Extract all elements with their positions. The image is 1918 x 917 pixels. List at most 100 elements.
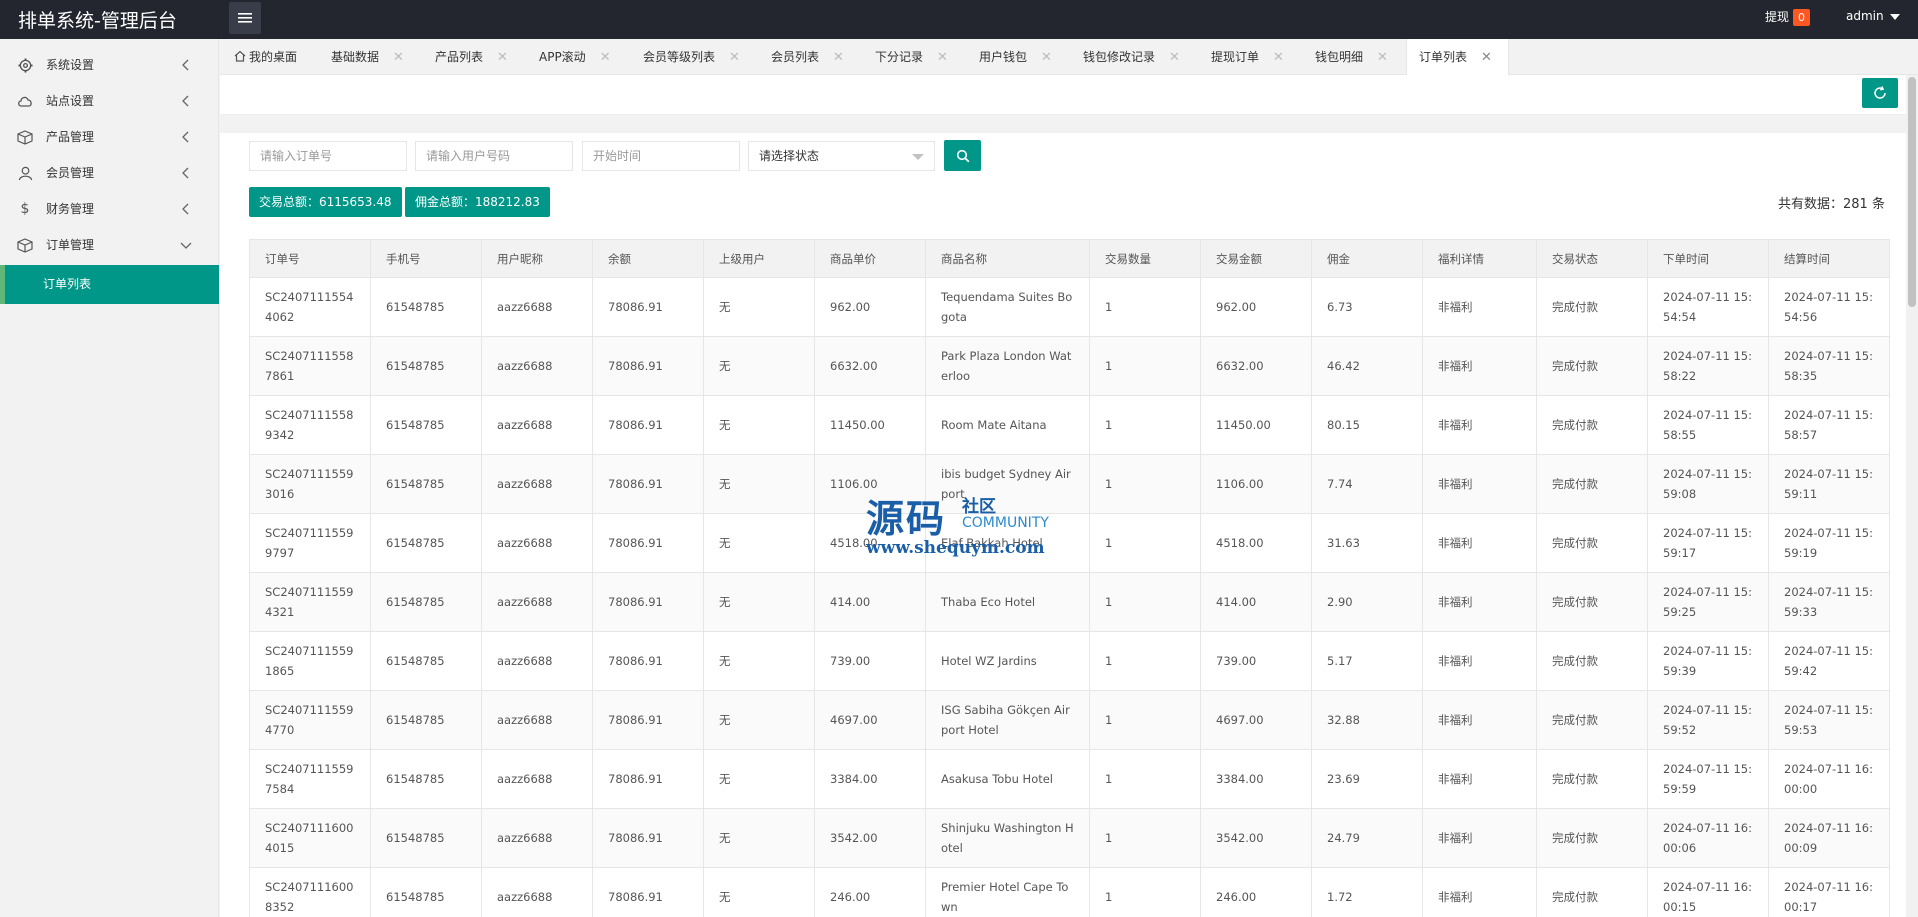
table-cell: 1 xyxy=(1089,749,1201,809)
table-cell: 无 xyxy=(703,277,815,337)
sidebar-item-finance[interactable]: $ 财务管理 xyxy=(0,191,219,227)
table-cell: 78086.91 xyxy=(592,572,704,632)
tab-user-wallet[interactable]: 用户钱包 ✕ xyxy=(979,39,1052,75)
sidebar-item-order[interactable]: 订单管理 xyxy=(0,227,219,263)
tab-label: 提现订单 xyxy=(1211,50,1260,64)
table-row[interactable]: SC24071116004015 61548785 aazz6688 78086.91… xyxy=(249,808,1890,868)
table-cell: 无 xyxy=(703,808,815,868)
table-row[interactable]: SC24071115591865 61548785 aazz6688 78086.91… xyxy=(249,631,1890,691)
scrollbar[interactable] xyxy=(1906,75,1918,917)
tab-member-level-list[interactable]: 会员等级列表 ✕ xyxy=(643,39,740,75)
table-cell: 61548785 xyxy=(370,454,482,514)
table-row[interactable]: SC24071115593016 61548785 aazz6688 78086.91… xyxy=(249,454,1890,514)
withdraw-label: 提现 xyxy=(1765,10,1790,24)
close-icon[interactable]: ✕ xyxy=(393,50,404,65)
tab-desktop[interactable]: 我的桌面 xyxy=(234,39,297,75)
table-cell: 2024-07-11 15:59:33 xyxy=(1768,572,1890,632)
table-cell: 7.74 xyxy=(1311,454,1423,514)
table-cell: 1 xyxy=(1089,808,1201,868)
tab-withdraw-orders[interactable]: 提现订单 ✕ xyxy=(1211,39,1284,75)
table-cell: 80.15 xyxy=(1311,395,1423,455)
sidebar-item-label: 财务管理 xyxy=(46,202,95,216)
table-cell: Asakusa Tobu Hotel xyxy=(925,749,1090,809)
phone-input[interactable]: 请输入用户号码 xyxy=(415,141,573,171)
tab-label: 产品列表 xyxy=(435,50,484,64)
withdraw-link[interactable]: 提现 0 xyxy=(1765,8,1811,26)
table-cell: 61548785 xyxy=(370,336,482,396)
table-header: 订单号 手机号 用户昵称 余额 上级用户 商品单价 商品名称 交易数量 交易金额 佣金 福利详情 交易… xyxy=(249,239,1890,278)
table-cell: SC24071116008352 xyxy=(249,867,371,917)
table-cell: SC24071115593016 xyxy=(249,454,371,514)
tab-basic-data[interactable]: 基础数据 ✕ xyxy=(331,39,404,75)
table-cell: 无 xyxy=(703,336,815,396)
close-icon[interactable]: ✕ xyxy=(937,50,948,65)
table-row[interactable]: SC24071115594321 61548785 aazz6688 78086.91… xyxy=(249,572,1890,632)
column-header: 商品单价 xyxy=(814,239,926,278)
sidebar-item-system[interactable]: 系统设置 xyxy=(0,47,219,83)
tab-member-list[interactable]: 会员列表 ✕ xyxy=(771,39,844,75)
hamburger-icon xyxy=(238,13,252,23)
status-select[interactable]: 请选择状态 xyxy=(748,141,935,171)
table-cell: 414.00 xyxy=(814,572,926,632)
close-icon[interactable]: ✕ xyxy=(1273,50,1284,65)
tab-wallet-details[interactable]: 钱包明细 ✕ xyxy=(1315,39,1388,75)
refresh-button[interactable] xyxy=(1862,78,1898,108)
close-icon[interactable]: ✕ xyxy=(600,50,611,65)
order-number-input[interactable]: 请输入订单号 xyxy=(249,141,407,171)
close-icon[interactable]: ✕ xyxy=(1041,50,1052,65)
table-cell: Thaba Eco Hotel xyxy=(925,572,1090,632)
close-icon[interactable]: ✕ xyxy=(833,50,844,65)
tab-points-record[interactable]: 下分记录 ✕ xyxy=(875,39,948,75)
sidebar-subitem-order-list[interactable]: 订单列表 xyxy=(0,265,219,304)
table-cell: 2024-07-11 15:59:08 xyxy=(1647,454,1769,514)
table-cell: 完成付款 xyxy=(1536,808,1648,868)
table-row[interactable]: SC24071115544062 61548785 aazz6688 78086.91… xyxy=(249,277,1890,337)
table-cell: aazz6688 xyxy=(481,867,593,917)
table-cell: 无 xyxy=(703,749,815,809)
table-cell: Elaf Bakkah Hotel xyxy=(925,513,1090,573)
tab-wallet-change-log[interactable]: 钱包修改记录 ✕ xyxy=(1083,39,1180,75)
tab-order-list[interactable]: 订单列表 ✕ xyxy=(1406,39,1509,75)
close-icon[interactable]: ✕ xyxy=(1377,50,1388,65)
search-button[interactable] xyxy=(944,140,981,171)
table-cell: 1 xyxy=(1089,277,1201,337)
table-cell: 61548785 xyxy=(370,808,482,868)
column-header: 商品名称 xyxy=(925,239,1090,278)
table-cell: 无 xyxy=(703,572,815,632)
close-icon[interactable]: ✕ xyxy=(497,50,508,65)
tab-product-list[interactable]: 产品列表 ✕ xyxy=(435,39,508,75)
table-row[interactable]: SC24071115587861 61548785 aazz6688 78086.91… xyxy=(249,336,1890,396)
table-cell: 1 xyxy=(1089,395,1201,455)
table-cell: 2024-07-11 15:54:54 xyxy=(1647,277,1769,337)
close-icon[interactable]: ✕ xyxy=(729,50,740,65)
table-cell: 2024-07-11 15:58:55 xyxy=(1647,395,1769,455)
sidebar-item-site[interactable]: 站点设置 xyxy=(0,83,219,119)
tab-app-scroll[interactable]: APP滚动 ✕ xyxy=(539,39,611,75)
table-cell: 739.00 xyxy=(1200,631,1312,691)
column-header: 福利详情 xyxy=(1422,239,1537,278)
table-cell: SC24071115594321 xyxy=(249,572,371,632)
scrollbar-thumb[interactable] xyxy=(1908,77,1916,307)
table-row[interactable]: SC24071116008352 61548785 aazz6688 78086.91… xyxy=(249,867,1890,917)
user-menu[interactable]: admin xyxy=(1846,9,1900,23)
tab-bar: 我的桌面 基础数据 ✕ 产品列表 ✕ APP滚动 ✕ 会员等级列表 ✕ 会员列表 ✕ 下分… xyxy=(220,39,1918,75)
table-row[interactable]: SC24071115599797 61548785 aazz6688 78086.91… xyxy=(249,513,1890,573)
start-time-input[interactable]: 开始时间 xyxy=(582,141,740,171)
app-title: 排单系统-管理后台 xyxy=(18,10,177,32)
column-header: 结算时间 xyxy=(1768,239,1890,278)
status-select-label: 请选择状态 xyxy=(759,149,820,163)
table-row[interactable]: SC24071115589342 61548785 aazz6688 78086.91… xyxy=(249,395,1890,455)
close-icon[interactable]: ✕ xyxy=(1169,50,1180,65)
table-cell: Park Plaza London Waterloo xyxy=(925,336,1090,396)
table-cell: 完成付款 xyxy=(1536,513,1648,573)
sidebar-item-member[interactable]: 会员管理 xyxy=(0,155,219,191)
table-row[interactable]: SC24071115594770 61548785 aazz6688 78086.91… xyxy=(249,690,1890,750)
table-cell: Premier Hotel Cape Town xyxy=(925,867,1090,917)
menu-toggle-button[interactable] xyxy=(229,2,261,34)
table-cell: aazz6688 xyxy=(481,454,593,514)
table-cell: 11450.00 xyxy=(1200,395,1312,455)
close-icon[interactable]: ✕ xyxy=(1481,50,1492,65)
table-row[interactable]: SC24071115597584 61548785 aazz6688 78086.91… xyxy=(249,749,1890,809)
table-cell: 739.00 xyxy=(814,631,926,691)
sidebar-item-product[interactable]: 产品管理 xyxy=(0,119,219,155)
